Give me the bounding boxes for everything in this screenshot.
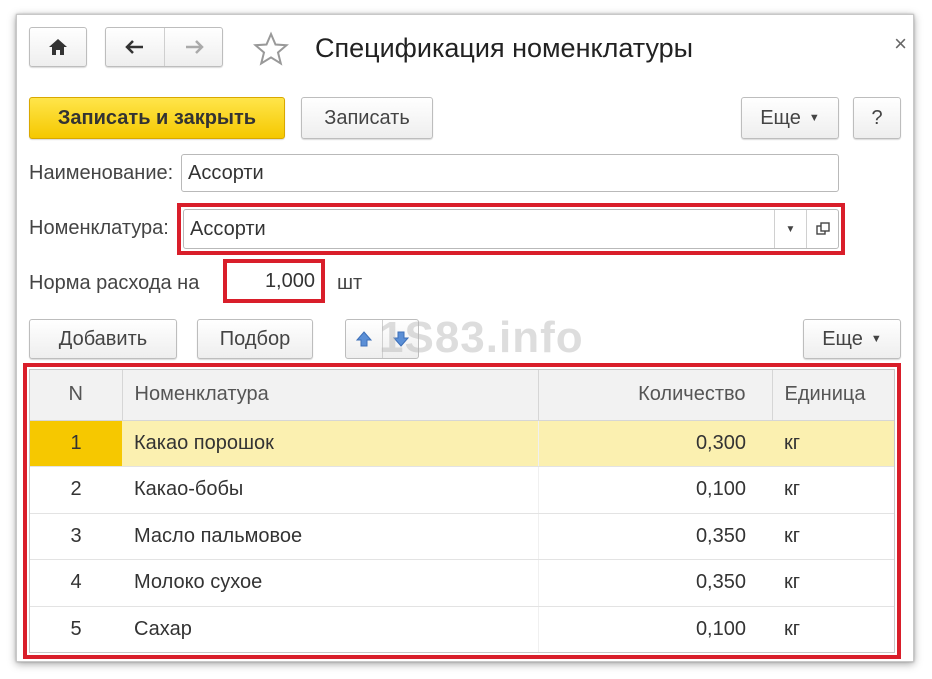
row-quantity: 0,300 bbox=[538, 420, 772, 467]
row-number: 4 bbox=[30, 559, 122, 607]
nomenclature-label: Номенклатура: bbox=[29, 217, 169, 239]
row-nomenclature: Масло пальмовое bbox=[122, 513, 539, 560]
row-nomenclature: Сахар bbox=[122, 606, 539, 652]
add-button[interactable]: Добавить bbox=[29, 319, 177, 359]
row-nomenclature: Молоко сухое bbox=[122, 559, 539, 607]
back-button[interactable] bbox=[106, 28, 164, 66]
arrow-left-icon bbox=[125, 40, 143, 54]
favorite-star-button[interactable] bbox=[252, 31, 290, 67]
row-quantity: 0,350 bbox=[538, 559, 772, 607]
row-nomenclature: Какао порошок bbox=[122, 420, 539, 467]
row-quantity: 0,350 bbox=[538, 513, 772, 560]
arrow-right-icon bbox=[185, 40, 204, 54]
table-row[interactable]: 5 Сахар 0,100 кг bbox=[30, 606, 894, 652]
page-title: Спецификация номенклатуры bbox=[315, 33, 694, 63]
more-button[interactable]: Еще ▼ bbox=[741, 97, 839, 139]
nomenclature-value: Ассорти bbox=[190, 217, 266, 240]
dropdown-arrow-icon: ▼ bbox=[808, 112, 820, 124]
arrow-up-icon bbox=[355, 331, 373, 347]
forward-button[interactable] bbox=[164, 28, 222, 66]
name-input[interactable]: Ассорти bbox=[181, 154, 839, 192]
row-unit: кг bbox=[772, 513, 894, 560]
row-number: 2 bbox=[30, 466, 122, 514]
column-header-quantity[interactable]: Количество bbox=[538, 370, 773, 421]
save-and-close-button[interactable]: Записать и закрыть bbox=[29, 97, 285, 139]
row-quantity: 0,100 bbox=[538, 606, 772, 652]
row-quantity: 0,100 bbox=[538, 466, 772, 514]
help-button[interactable]: ? bbox=[853, 97, 901, 139]
norm-label: Норма расхода на bbox=[29, 272, 200, 294]
pick-button[interactable]: Подбор bbox=[197, 319, 313, 359]
table-row[interactable]: 2 Какао-бобы 0,100 кг bbox=[30, 466, 894, 514]
dropdown-arrow-icon: ▼ bbox=[870, 333, 882, 345]
column-header-nomenclature[interactable]: Номенклатура bbox=[122, 370, 539, 421]
table-row[interactable]: 1 Какао порошок 0,300 кг bbox=[30, 420, 894, 467]
row-number: 5 bbox=[30, 606, 122, 652]
row-unit: кг bbox=[772, 420, 894, 467]
row-number: 3 bbox=[30, 513, 122, 560]
row-unit: кг bbox=[772, 466, 894, 514]
table-more-button[interactable]: Еще ▼ bbox=[803, 319, 901, 359]
dropdown-arrow-icon[interactable]: ▼ bbox=[774, 210, 806, 248]
history-nav bbox=[105, 27, 223, 67]
table-row[interactable]: 3 Масло пальмовое 0,350 кг bbox=[30, 513, 894, 560]
norm-unit: шт bbox=[337, 272, 363, 294]
table-more-label: Еще bbox=[822, 327, 863, 350]
home-button[interactable] bbox=[29, 27, 87, 67]
row-unit: кг bbox=[772, 559, 894, 607]
row-nomenclature: Какао-бобы bbox=[122, 466, 539, 514]
spec-table: N Номенклатура Количество Единица 1 Кака… bbox=[29, 369, 895, 653]
watermark: 1S83.info bbox=[379, 313, 584, 362]
column-header-n[interactable]: N bbox=[30, 370, 123, 421]
more-label: Еще bbox=[760, 106, 801, 129]
close-icon[interactable]: × bbox=[894, 31, 907, 57]
column-header-unit[interactable]: Единица bbox=[772, 370, 894, 421]
open-item-icon[interactable] bbox=[806, 210, 838, 248]
nomenclature-input[interactable]: Ассорти ▼ bbox=[183, 209, 839, 249]
table-row[interactable]: 4 Молоко сухое 0,350 кг bbox=[30, 559, 894, 607]
save-button[interactable]: Записать bbox=[301, 97, 433, 139]
table-header-row: N Номенклатура Количество Единица bbox=[30, 370, 894, 421]
norm-input[interactable]: 1,000 bbox=[229, 265, 319, 297]
home-icon bbox=[49, 39, 67, 55]
move-up-button[interactable] bbox=[346, 320, 382, 358]
spec-window: Спецификация номенклатуры × Записать и з… bbox=[16, 14, 914, 662]
row-number: 1 bbox=[30, 420, 122, 467]
name-label: Наименование: bbox=[29, 162, 174, 184]
row-unit: кг bbox=[772, 606, 894, 652]
star-icon bbox=[252, 31, 290, 66]
